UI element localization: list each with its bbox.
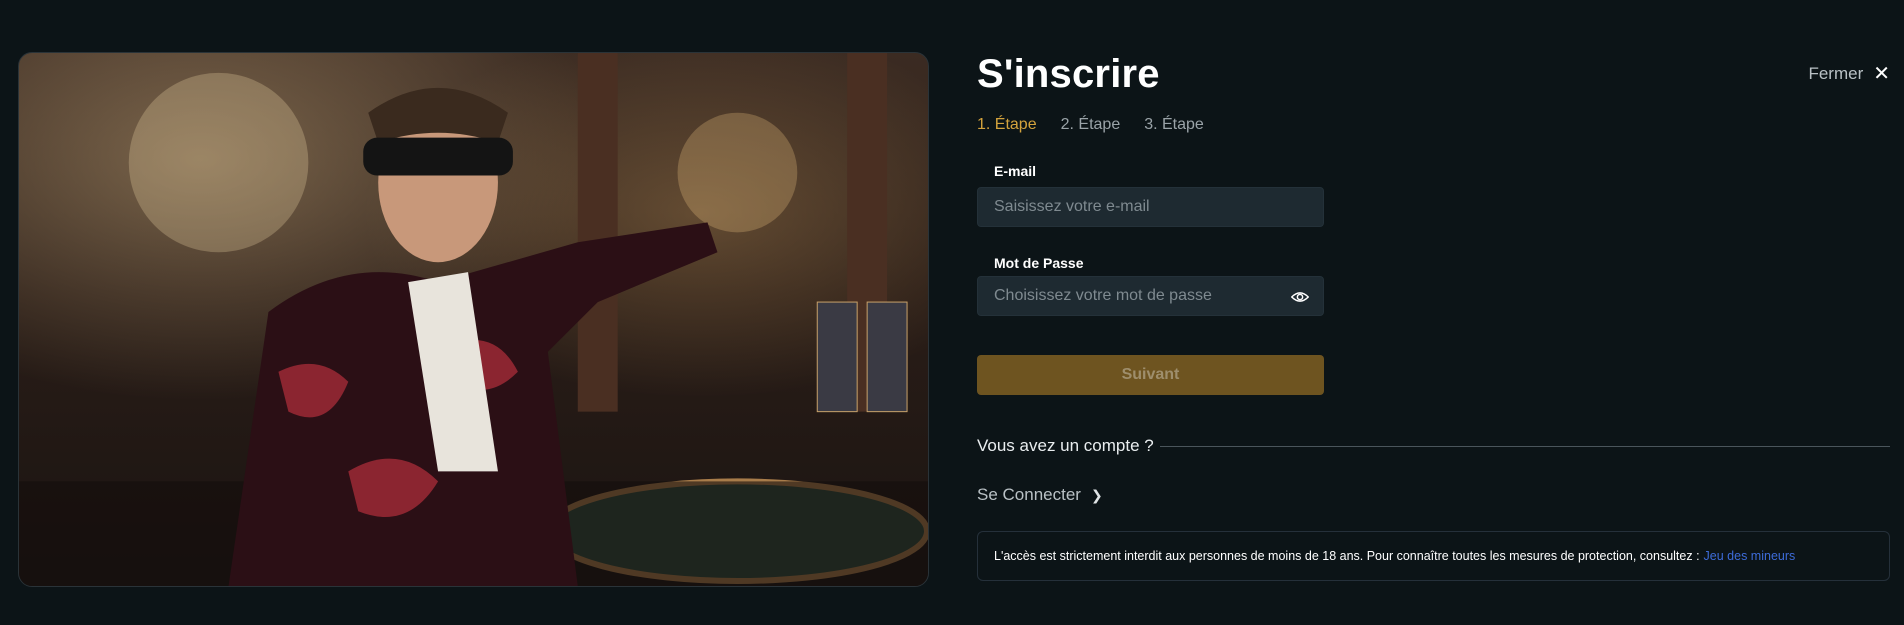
login-link[interactable]: Se Connecter ❯ (977, 485, 1103, 505)
email-label: E-mail (994, 163, 1037, 179)
password-field[interactable]: Choisissez votre mot de passe (977, 276, 1324, 316)
minors-link[interactable]: Jeu des mineurs (1704, 549, 1796, 563)
close-button[interactable]: Fermer ✕ (1808, 64, 1890, 84)
casino-illustration (19, 53, 928, 586)
chevron-right-icon: ❯ (1090, 486, 1103, 503)
next-button[interactable]: Suivant (977, 355, 1324, 395)
step-3: 3. Étape (1144, 116, 1204, 133)
signup-panel: S'inscrire Fermer ✕ 1. Étape 2. Étape 3.… (977, 0, 1890, 625)
email-field[interactable]: Saisissez votre e-mail (977, 187, 1324, 227)
age-notice: L'accès est strictement interdit aux per… (977, 531, 1890, 581)
hero-image (18, 52, 929, 587)
close-icon: ✕ (1873, 63, 1890, 85)
step-indicator: 1. Étape 2. Étape 3. Étape (977, 116, 1204, 134)
notice-text: L'accès est strictement interdit aux per… (994, 549, 1700, 563)
password-placeholder: Choisissez votre mot de passe (994, 287, 1212, 304)
email-placeholder: Saisissez votre e-mail (994, 198, 1150, 215)
login-link-label: Se Connecter (977, 485, 1081, 504)
divider (1159, 445, 1890, 447)
have-account-row: Vous avez un compte ? (977, 436, 1890, 456)
eye-icon[interactable] (1291, 289, 1309, 305)
step-1: 1. Étape (977, 116, 1037, 133)
page-title: S'inscrire (977, 52, 1160, 96)
password-label: Mot de Passe (994, 255, 1084, 271)
step-2: 2. Étape (1060, 116, 1121, 133)
have-account-text: Vous avez un compte ? (977, 436, 1154, 455)
close-label: Fermer (1808, 64, 1864, 83)
